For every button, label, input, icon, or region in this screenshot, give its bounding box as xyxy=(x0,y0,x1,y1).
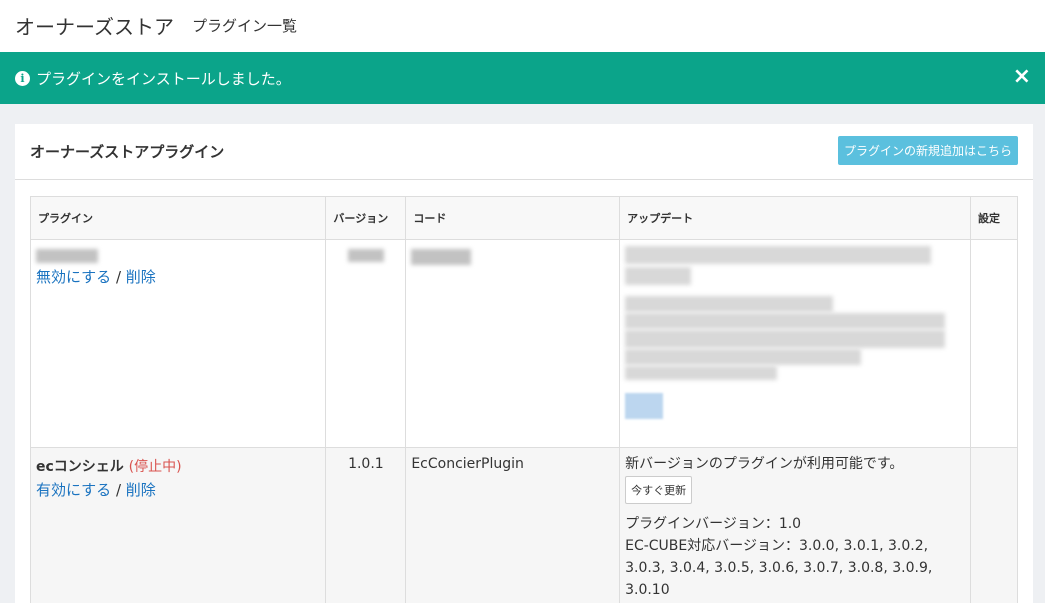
column-header-update: アップデート xyxy=(619,196,972,240)
table-row: 無効にする / 削除 xyxy=(29,239,1018,448)
plugin-name-blurred xyxy=(36,249,98,263)
page-title: オーナーズストア xyxy=(15,15,174,39)
eccube-versions-line3: 3.0.10 xyxy=(625,582,670,598)
update-cell: 新バージョンのプラグインが利用可能です。 今すぐ更新 プラグインバージョン：1.… xyxy=(619,447,972,603)
version-cell: 1.0.1 xyxy=(325,447,407,603)
plugin-version: 1.0.1 xyxy=(348,456,384,472)
page-subtitle: プラグイン一覧 xyxy=(192,17,298,35)
disable-link[interactable]: 無効にする xyxy=(36,268,111,286)
new-plugin-button[interactable]: プラグインの新規追加はこちら xyxy=(838,136,1018,165)
enable-link[interactable]: 有効にする xyxy=(36,481,111,499)
plugin-cell: 無効にする / 削除 xyxy=(29,239,327,448)
plugin-name: ecコンシェル (停止中) xyxy=(36,456,320,476)
action-separator: / xyxy=(115,268,121,286)
eccube-versions-line1: EC-CUBE対応バージョン：3.0.0, 3.0.1, 3.0.2, xyxy=(625,538,929,554)
update-cell xyxy=(619,239,972,448)
delete-link[interactable]: 削除 xyxy=(126,481,156,499)
delete-link[interactable]: 削除 xyxy=(126,268,156,286)
plugin-cell: ecコンシェル (停止中) 有効にする / 削除 xyxy=(29,447,327,603)
plugin-name-text: ecコンシェル xyxy=(36,459,124,475)
page-header: オーナーズストア プラグイン一覧 xyxy=(0,0,1045,52)
action-separator: / xyxy=(115,481,121,499)
card-header: オーナーズストアプラグイン プラグインの新規追加はこちら xyxy=(15,124,1033,180)
column-header-code: コード xyxy=(405,196,621,240)
settings-cell xyxy=(970,239,1018,448)
plugin-code: EcConcierPlugin xyxy=(411,456,524,472)
code-cell: EcConcierPlugin xyxy=(405,447,621,603)
table-header-row: プラグイン バージョン コード アップデート 設定 xyxy=(29,196,1018,240)
column-header-version: バージョン xyxy=(325,196,407,240)
plugin-actions: 有効にする / 削除 xyxy=(36,479,320,500)
column-header-settings: 設定 xyxy=(970,196,1018,240)
column-header-plugin: プラグイン xyxy=(29,196,327,240)
plugin-actions: 無効にする / 削除 xyxy=(36,266,320,287)
settings-cell xyxy=(970,447,1018,603)
success-alert: i プラグインをインストールしました。 × xyxy=(0,52,1045,104)
card-title: オーナーズストアプラグイン xyxy=(30,143,225,161)
status-badge: (停止中) xyxy=(128,459,182,475)
code-cell xyxy=(405,239,621,448)
eccube-versions-line2: 3.0.3, 3.0.4, 3.0.5, 3.0.6, 3.0.7, 3.0.8… xyxy=(625,560,933,576)
code-blurred xyxy=(411,249,472,265)
table-row: ecコンシェル (停止中) 有効にする / 削除 1.0.1 EcConcier… xyxy=(29,447,1018,603)
plugin-table: プラグイン バージョン コード アップデート 設定 無効にする / 削除 ecコ… xyxy=(29,196,1018,603)
plugin-card: オーナーズストアプラグイン プラグインの新規追加はこちら プラグイン バージョン… xyxy=(15,124,1033,603)
update-now-button[interactable]: 今すぐ更新 xyxy=(625,476,693,504)
close-icon[interactable]: × xyxy=(1013,64,1031,89)
version-cell xyxy=(325,239,407,448)
update-info: 新バージョンのプラグインが利用可能です。 今すぐ更新 プラグインバージョン：1.… xyxy=(625,453,965,601)
update-blurred xyxy=(625,240,965,419)
info-icon: i xyxy=(15,71,30,86)
version-blurred xyxy=(347,249,384,262)
update-message: 新バージョンのプラグインが利用可能です。 xyxy=(625,456,904,472)
alert-message: プラグインをインストールしました。 xyxy=(36,70,291,88)
plugin-version-info: プラグインバージョン：1.0 xyxy=(625,516,802,532)
